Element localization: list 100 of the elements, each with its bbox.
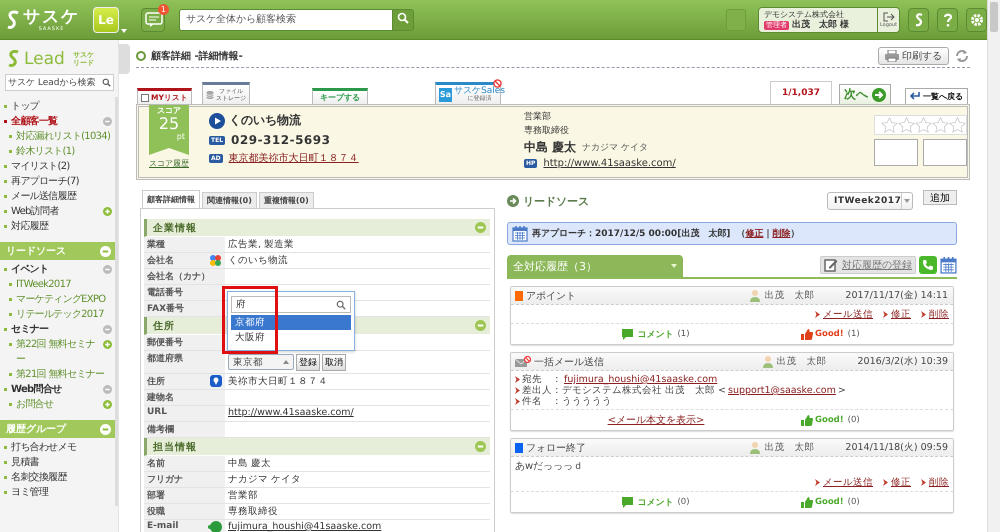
colored-dots-icon[interactable] bbox=[209, 254, 222, 267]
scrollbar[interactable] bbox=[987, 0, 1000, 532]
next-button[interactable]: 次へ bbox=[839, 84, 891, 104]
map-pin-icon[interactable] bbox=[210, 375, 222, 387]
sidebar-item[interactable]: 打ち合わせメモ bbox=[4, 440, 112, 455]
section-title: 担当情報 bbox=[153, 440, 197, 454]
sidebar-item[interactable]: マーケティングEXPO bbox=[9, 292, 112, 307]
sidebar-item[interactable]: 対応履歴 bbox=[4, 219, 112, 234]
sidebar-item[interactable]: リテールテック2017 bbox=[9, 307, 112, 322]
sidebar-item[interactable]: ITWeek2017 bbox=[9, 277, 112, 292]
expand-icon[interactable] bbox=[103, 207, 112, 216]
sidebar-item[interactable]: 見積書 bbox=[4, 455, 112, 470]
collapse-icon[interactable] bbox=[103, 385, 112, 394]
expand-icon[interactable] bbox=[103, 400, 112, 409]
sidebar-item[interactable]: 鈴木リスト(1) bbox=[9, 144, 112, 159]
user-name: 出茂 太郎 様 bbox=[792, 20, 850, 30]
sidebar-item[interactable]: メール送信履歴 bbox=[4, 189, 112, 204]
address-link[interactable]: 東京都美祢市大日町１８７４ bbox=[228, 151, 359, 165]
action-link[interactable]: メール送信 bbox=[815, 308, 873, 320]
sidebar-item[interactable]: 対応漏れリスト(1034) bbox=[9, 129, 112, 144]
score-value: 25 bbox=[158, 116, 180, 132]
dropdown-search-field[interactable]: 府 bbox=[231, 296, 351, 313]
register-history-button[interactable]: 対応履歴の登録 bbox=[820, 256, 916, 274]
company-name: デモシステム株式会社 bbox=[764, 8, 845, 19]
play-icon[interactable] bbox=[209, 112, 225, 128]
sidebar-item[interactable]: 全顧客一覧 bbox=[4, 114, 103, 129]
back-to-list-button[interactable]: 一覧へ戻る bbox=[905, 88, 968, 104]
detail-tab[interactable]: 関連情報(0) bbox=[202, 192, 257, 208]
settings-button[interactable] bbox=[966, 8, 987, 32]
email-link[interactable]: support1@saaske.com bbox=[728, 385, 836, 396]
sidebar-item[interactable]: Web問合せ bbox=[4, 382, 103, 397]
lead-source-select[interactable]: ITWeek2017 bbox=[827, 192, 913, 210]
sidebar-item[interactable]: Web訪問者 bbox=[4, 204, 103, 219]
sidebar-item[interactable]: 第22回 無料セミナー bbox=[9, 337, 103, 367]
dropdown-option[interactable]: 大阪府 bbox=[231, 330, 351, 345]
sidebar-collapse-handle[interactable] bbox=[119, 44, 130, 74]
action-link[interactable]: 修正 bbox=[883, 476, 911, 488]
field-label: 名前 bbox=[147, 458, 165, 470]
expand-icon[interactable] bbox=[103, 340, 112, 349]
search-button[interactable] bbox=[393, 8, 414, 30]
refresh-icon[interactable] bbox=[954, 48, 970, 64]
sidebar-item[interactable]: 名刺交換履歴 bbox=[4, 470, 112, 485]
sidebar-item[interactable]: お問合せ bbox=[9, 397, 103, 412]
sidebar-item[interactable]: 再アプローチ(7) bbox=[4, 174, 112, 189]
detail-tab[interactable]: 顧客詳細情報 bbox=[142, 190, 200, 208]
sidebar-item[interactable]: ヨミ管理 bbox=[4, 485, 112, 500]
detail-tab[interactable]: 重複情報(0) bbox=[258, 192, 314, 208]
sidebar-item[interactable]: 第21回 無料セミナー bbox=[9, 367, 112, 382]
add-button[interactable]: 追加 bbox=[923, 190, 957, 205]
delete-link[interactable]: 削除 bbox=[772, 229, 790, 239]
collapse-icon[interactable] bbox=[475, 320, 486, 331]
action-link[interactable]: 修正 bbox=[883, 308, 911, 320]
logout-icon bbox=[882, 12, 894, 22]
star-icon[interactable] bbox=[898, 117, 915, 133]
form-button[interactable]: 取消 bbox=[322, 354, 346, 371]
sidebar-item[interactable]: セミナー bbox=[4, 322, 103, 337]
blank-button[interactable] bbox=[726, 8, 746, 30]
sidebar-search-field[interactable]: サスケ Leadから検索 bbox=[5, 74, 114, 91]
dropdown-option[interactable]: 京都府 bbox=[231, 315, 351, 330]
history-title: フォロー終了 bbox=[526, 442, 586, 454]
search-field[interactable]: サスケ全体から顧客検索 bbox=[179, 8, 393, 30]
page-title: 顧客詳細 -詳細情報- bbox=[151, 49, 243, 63]
caret-icon bbox=[121, 28, 127, 32]
sidebar-item[interactable]: トップ bbox=[4, 99, 112, 114]
field-link[interactable]: fujimura_houshi@41saaske.com bbox=[228, 521, 382, 532]
phone-button[interactable] bbox=[919, 256, 937, 274]
collapse-icon[interactable] bbox=[100, 424, 111, 434]
collapse-icon[interactable] bbox=[100, 246, 111, 256]
app-icon-button[interactable] bbox=[908, 8, 929, 32]
print-button[interactable]: 印刷する bbox=[878, 47, 949, 65]
collapse-icon[interactable] bbox=[103, 265, 112, 274]
collapse-icon[interactable] bbox=[103, 117, 112, 126]
sidebar-item[interactable]: イベント bbox=[4, 262, 103, 277]
history-date: 2017/11/17(金) 14:11 bbox=[845, 289, 948, 302]
star-icon[interactable] bbox=[932, 117, 949, 133]
collapse-icon[interactable] bbox=[475, 222, 486, 233]
star-icon[interactable] bbox=[915, 117, 932, 133]
action-link[interactable]: 削除 bbox=[921, 308, 949, 320]
action-link[interactable]: 削除 bbox=[921, 476, 949, 488]
field-link[interactable]: http://www.41saaske.com/ bbox=[228, 407, 354, 418]
website-link[interactable]: http://www.41saaske.com/ bbox=[543, 158, 676, 169]
calendar-icon[interactable] bbox=[940, 256, 957, 274]
email-link[interactable]: fujimura_houshi@41saaske.com bbox=[564, 374, 718, 385]
checkbox[interactable] bbox=[141, 94, 149, 102]
edit-link[interactable]: 修正 bbox=[745, 229, 764, 239]
star-icon[interactable] bbox=[949, 117, 966, 133]
form-button[interactable]: 登録 bbox=[296, 354, 320, 371]
mail-status-icon[interactable] bbox=[208, 521, 222, 532]
collapse-icon[interactable] bbox=[475, 441, 486, 452]
show-mail-body-link[interactable]: <メール本文を表示> bbox=[608, 413, 704, 427]
score-history-link[interactable]: スコア履歴 bbox=[149, 158, 189, 169]
good-button[interactable]: Good! bbox=[801, 328, 844, 340]
help-button[interactable] bbox=[937, 8, 958, 32]
action-link[interactable]: メール送信 bbox=[815, 476, 873, 488]
sidebar-item[interactable]: マイリスト(2) bbox=[4, 159, 112, 174]
lead-logo: Lead bbox=[24, 49, 65, 69]
star-icon[interactable] bbox=[881, 117, 898, 133]
prefecture-select[interactable]: 東京都 bbox=[228, 354, 294, 370]
rating-stars[interactable] bbox=[881, 117, 966, 133]
collapse-icon[interactable] bbox=[103, 325, 112, 334]
